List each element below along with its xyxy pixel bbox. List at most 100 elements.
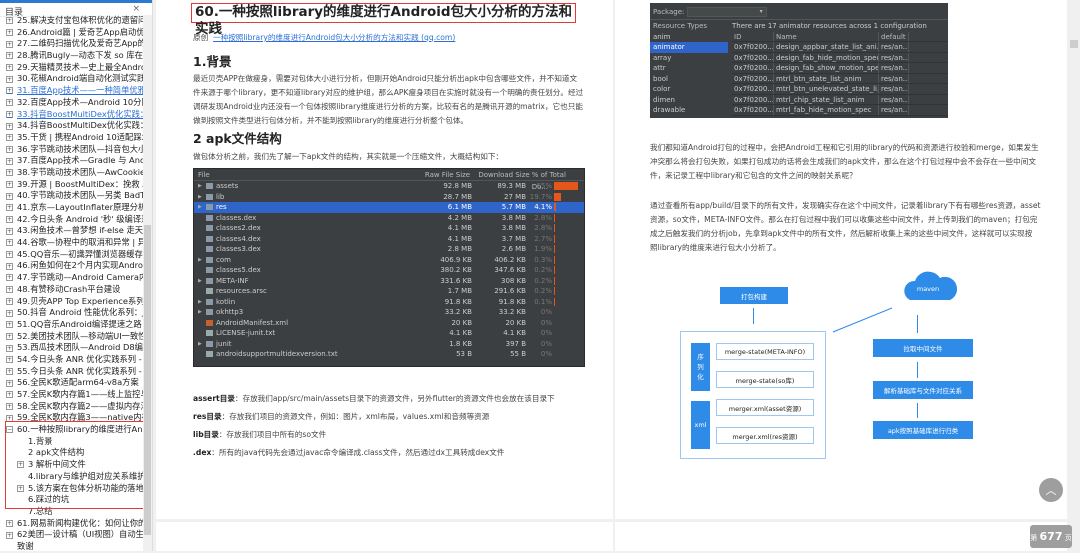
toc-item[interactable]: +51.QQ音乐Android编译提速之路 xyxy=(0,319,143,331)
expand-icon[interactable]: + xyxy=(6,216,13,224)
expand-icon[interactable]: + xyxy=(6,332,13,340)
main-scrollbar[interactable] xyxy=(1068,0,1080,551)
expand-icon[interactable]: + xyxy=(6,251,13,259)
expand-icon[interactable]: + xyxy=(6,52,13,60)
expand-icon[interactable]: + xyxy=(6,356,13,364)
raw-size: 33.2 KB xyxy=(444,308,472,316)
expand-arrow-icon: ▶ xyxy=(198,256,202,263)
page-number: 677 xyxy=(1039,530,1063,543)
file-icon xyxy=(206,288,213,295)
source-link[interactable]: 一种按照library的维度进行Android包大小分析的方法和实践 (qq.c… xyxy=(213,33,455,42)
expand-icon[interactable]: + xyxy=(6,519,13,527)
toc-item[interactable]: +52.美团技术团队—移动端UI一致性解决方 xyxy=(0,331,143,343)
share-bar-cell xyxy=(552,318,582,329)
expand-icon[interactable]: + xyxy=(6,391,13,399)
expand-icon[interactable]: + xyxy=(6,17,13,25)
toc-label: 46.闲鱼如何在2个月内实现Android启动 xyxy=(17,260,143,271)
toc-item[interactable]: +54.今日头条 ANR 优化实践系列 - 设计原 xyxy=(0,354,143,366)
scroll-top-button[interactable]: ︿ xyxy=(1039,478,1063,502)
toc-item[interactable]: +32.百度App技术—Android 10分区存储 xyxy=(0,97,143,109)
expand-icon[interactable]: + xyxy=(6,309,13,317)
definition-term: res目录 xyxy=(193,412,222,421)
share-bar-cell xyxy=(552,202,582,213)
expand-icon[interactable]: + xyxy=(6,192,13,200)
expand-icon[interactable]: + xyxy=(6,239,13,247)
expand-icon[interactable]: + xyxy=(6,169,13,177)
expand-icon[interactable]: + xyxy=(6,157,13,165)
expand-icon[interactable]: + xyxy=(6,344,13,352)
toc-item[interactable]: +61.网易新闻构建优化：如何让你的构建速 xyxy=(0,518,143,530)
expand-icon[interactable]: + xyxy=(6,367,13,375)
sidebar-scrollbar[interactable] xyxy=(143,15,152,551)
share-bar-cell xyxy=(552,328,582,339)
toc-label: 40.字节跳动技术团队—另类 BadTokenE xyxy=(17,190,143,201)
expand-icon[interactable]: + xyxy=(6,321,13,329)
toc-item[interactable]: +29.天猫精灵技术—史上最全Android渲染 xyxy=(0,62,143,74)
expand-icon[interactable]: + xyxy=(6,274,13,282)
toc-item[interactable]: +35.干货 | 携程Android 10适配踩坑指南 xyxy=(0,132,143,144)
expand-icon[interactable]: + xyxy=(6,403,13,411)
expand-icon[interactable]: + xyxy=(6,379,13,387)
toc-item[interactable]: +27.二维码扫描优化及爱奇艺App的实践 xyxy=(0,38,143,50)
toc-item[interactable]: +53.西瓜技术团队—Android D8编译器"b xyxy=(0,342,143,354)
resource-summary: There are 17 animator resources across 1… xyxy=(732,22,927,30)
resource-cell: res/an... xyxy=(881,63,909,73)
package-dropdown: ▾ xyxy=(686,7,767,17)
resource-type: drawable xyxy=(653,106,686,114)
expand-icon[interactable]: + xyxy=(6,40,13,48)
toc-item[interactable]: +58.全民K歌内存篇2——虚拟内存浅析 xyxy=(0,401,143,413)
toc-item[interactable]: +30.花椒Android端自动化测试实践 xyxy=(0,73,143,85)
percent: 0.3% xyxy=(534,255,552,264)
package-row: Package: ▾ xyxy=(650,3,948,20)
toc-item[interactable]: +43.闲鱼技术—曾梦想 if-else 走天涯？看 xyxy=(0,225,143,237)
close-icon[interactable]: × xyxy=(132,4,140,14)
expand-icon[interactable]: + xyxy=(6,99,13,107)
toc-item[interactable]: +28.腾讯Bugly—动态下发 so 库在 Andro xyxy=(0,50,143,62)
toc-item[interactable]: +56.全民K歌适配arm64-v8a方案 xyxy=(0,377,143,389)
toc-item[interactable]: +39.开源 | BoostMultiDex：挽救 Android xyxy=(0,179,143,191)
toc-item[interactable]: +46.闲鱼如何在2个月内实现Android启动 xyxy=(0,260,143,272)
expand-icon[interactable]: + xyxy=(6,29,13,37)
toc-item[interactable]: +42.今日头条 Android '秒' 级编译速度优化 xyxy=(0,214,143,226)
toc-item[interactable]: +31.百度App技术——一种简单优雅的TextV xyxy=(0,85,143,97)
expand-icon[interactable]: + xyxy=(6,87,13,95)
toc-item[interactable]: +62美团—设计稿（UI视图）自动生成代码 xyxy=(0,529,143,541)
toc-item[interactable]: +44.谷歌—协程中的取消和异常 | 异常处理 xyxy=(0,237,143,249)
expand-icon[interactable]: + xyxy=(6,122,13,130)
toc-item[interactable]: +57.全民K歌内存篇1——线上监控与综合治 xyxy=(0,389,143,401)
toc-item[interactable]: +41.京东—LayoutInflater原理分析与复你 xyxy=(0,202,143,214)
expand-icon[interactable]: + xyxy=(6,110,13,118)
expand-icon[interactable]: + xyxy=(6,75,13,83)
expand-icon[interactable]: + xyxy=(6,64,13,72)
toc-item[interactable]: +36.字节跳动技术团队—抖音包大小优化- xyxy=(0,144,143,156)
expand-icon[interactable]: + xyxy=(6,297,13,305)
toc-item[interactable]: +50.抖音 Android 性能优化系列：Java 内 xyxy=(0,307,143,319)
toc-item[interactable]: +45.QQ音乐—初識羿懂浏览器缓存策略 xyxy=(0,249,143,261)
expand-icon[interactable]: + xyxy=(6,227,13,235)
col-percent: % of Total Do... xyxy=(531,171,566,191)
share-bar-cell xyxy=(552,276,582,287)
toc-item[interactable]: +38.字节跳动技术团队—AwCookieManag xyxy=(0,167,143,179)
toc-item[interactable]: +48.有赞移动Crash平台建设 xyxy=(0,284,143,296)
scrollbar-thumb[interactable] xyxy=(1070,40,1078,48)
expand-icon[interactable]: + xyxy=(6,204,13,212)
expand-icon[interactable]: + xyxy=(6,262,13,270)
expand-icon[interactable]: + xyxy=(6,286,13,294)
percent: 19.7% xyxy=(529,192,552,201)
package-label: Package: xyxy=(653,8,685,16)
scrollbar-thumb[interactable] xyxy=(144,225,151,535)
toc-item[interactable]: +40.字节跳动技术团队—另类 BadTokenE xyxy=(0,190,143,202)
expand-icon[interactable]: + xyxy=(6,145,13,153)
toc-item[interactable]: +33.抖音BoostMultiDex优化实践：Andro xyxy=(0,109,143,121)
expand-icon[interactable]: + xyxy=(6,180,13,188)
expand-icon[interactable]: + xyxy=(6,531,13,539)
expand-icon[interactable]: + xyxy=(6,134,13,142)
toc-item[interactable]: +26.Android篇 | 爱奇艺App启动优化实践 xyxy=(0,27,143,39)
toc-item[interactable]: +25.解决支付宝包体积优化的遗留问题：运 xyxy=(0,15,143,27)
source-line: 原创 一种按照library的维度进行Android包大小分析的方法和实践 (q… xyxy=(193,31,455,45)
toc-item[interactable]: +55.今日头条 ANR 优化实践系列 - 监控工 xyxy=(0,366,143,378)
toc-item[interactable]: +49.贝壳APP Top Experience系列 | Andr xyxy=(0,296,143,308)
toc-item[interactable]: +34.抖音BoostMultiDex优化实践：Andro xyxy=(0,120,143,132)
toc-item[interactable]: +47.字节跳动—Android Camera内存问题 xyxy=(0,272,143,284)
toc-item[interactable]: +37.百度App技术—Gradle 与 Android 构 xyxy=(0,155,143,167)
